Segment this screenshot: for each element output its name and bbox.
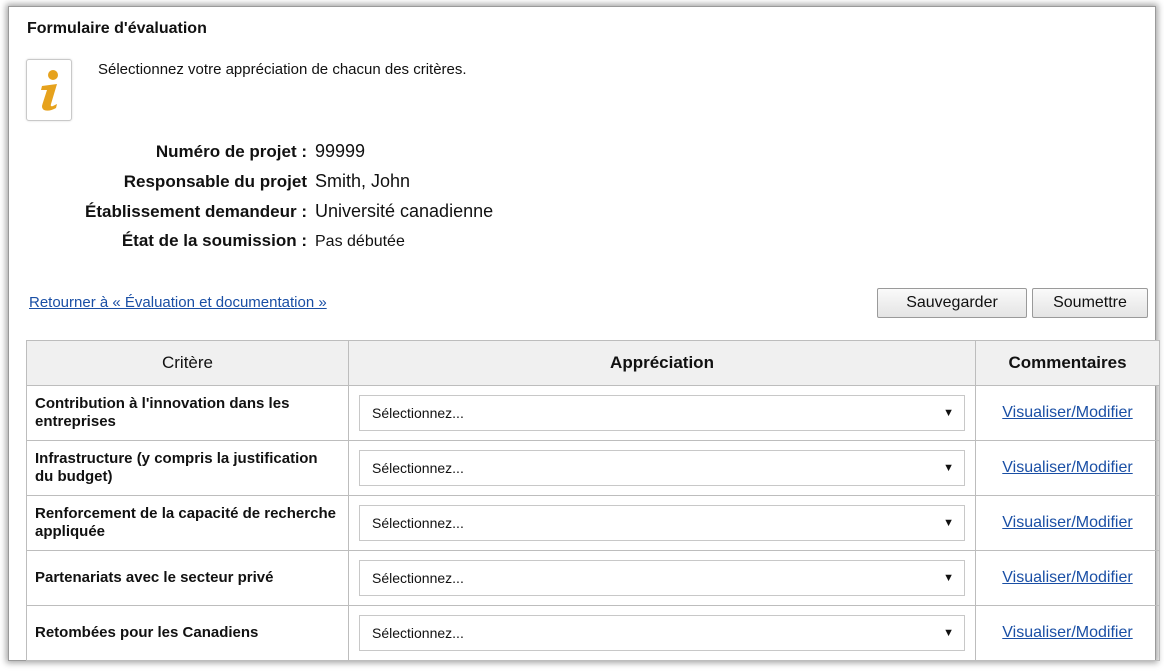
comments-column-header: Commentaires: [975, 340, 1160, 386]
comments-cell: Visualiser/Modifier: [975, 605, 1160, 661]
view-edit-comments-link[interactable]: Visualiser/Modifier: [1002, 459, 1132, 476]
view-edit-comments-link[interactable]: Visualiser/Modifier: [1002, 569, 1132, 586]
institution-value: Université canadienne: [315, 201, 494, 221]
dropdown-arrow-icon: ▼: [943, 572, 954, 584]
table-row: Renforcement de la capacité de recherche…: [26, 495, 1160, 551]
project-number-value: 99999: [315, 141, 366, 161]
project-lead-row: Responsable du projet Smith, John: [19, 171, 493, 201]
project-lead-value: Smith, John: [315, 171, 411, 191]
dropdown-arrow-icon: ▼: [943, 627, 954, 639]
submission-status-label: État de la soumission :: [121, 231, 307, 250]
comments-cell: Visualiser/Modifier: [975, 550, 1160, 606]
institution-label: Établissement demandeur :: [84, 202, 307, 221]
criteria-table: Critère Appréciation Commentaires Contri…: [26, 340, 1160, 661]
back-to-evaluation-link[interactable]: Retourner à « Évaluation et documentatio…: [29, 294, 327, 311]
rating-select-value: Sélectionnez...: [372, 460, 464, 476]
view-edit-comments-link[interactable]: Visualiser/Modifier: [1002, 404, 1132, 421]
comments-cell: Visualiser/Modifier: [975, 495, 1160, 551]
table-header-row: Critère Appréciation Commentaires: [26, 340, 1160, 386]
criterion-cell: Partenariats avec le secteur privé: [26, 550, 349, 606]
criterion-cell: Infrastructure (y compris la justificati…: [26, 440, 349, 496]
rating-cell: Sélectionnez... ▼: [348, 440, 976, 496]
rating-select[interactable]: Sélectionnez... ▼: [359, 505, 965, 541]
project-number-row: Numéro de projet : 99999: [19, 141, 493, 171]
table-row: Partenariats avec le secteur privé Sélec…: [26, 550, 1160, 606]
project-lead-label: Responsable du projet: [123, 172, 307, 191]
submit-button[interactable]: Soumettre: [1032, 288, 1148, 318]
rating-select-value: Sélectionnez...: [372, 570, 464, 586]
rating-select-value: Sélectionnez...: [372, 515, 464, 531]
dropdown-arrow-icon: ▼: [943, 517, 954, 529]
criterion-cell: Contribution à l'innovation dans les ent…: [26, 385, 349, 441]
rating-select-value: Sélectionnez...: [372, 625, 464, 641]
project-details: Numéro de projet : 99999 Responsable du …: [19, 141, 493, 261]
criterion-cell: Retombées pour les Canadiens: [26, 605, 349, 661]
comments-cell: Visualiser/Modifier: [975, 385, 1160, 441]
view-edit-comments-link[interactable]: Visualiser/Modifier: [1002, 514, 1132, 531]
rating-select-value: Sélectionnez...: [372, 405, 464, 421]
rating-cell: Sélectionnez... ▼: [348, 550, 976, 606]
institution-row: Établissement demandeur : Université can…: [19, 201, 493, 231]
dropdown-arrow-icon: ▼: [943, 407, 954, 419]
view-edit-comments-link[interactable]: Visualiser/Modifier: [1002, 624, 1132, 641]
submission-status-value: Pas débutée: [315, 233, 405, 250]
table-row: Contribution à l'innovation dans les ent…: [26, 385, 1160, 441]
rating-select[interactable]: Sélectionnez... ▼: [359, 450, 965, 486]
rating-cell: Sélectionnez... ▼: [348, 605, 976, 661]
table-row: Retombées pour les Canadiens Sélectionne…: [26, 605, 1160, 661]
submission-status-row: État de la soumission : Pas débutée: [19, 231, 493, 261]
rating-cell: Sélectionnez... ▼: [348, 385, 976, 441]
info-icon: [26, 59, 72, 121]
evaluation-form-panel: Formulaire d'évaluation Sélectionnez vot…: [8, 6, 1160, 661]
form-title: Formulaire d'évaluation: [27, 20, 207, 37]
rating-select[interactable]: Sélectionnez... ▼: [359, 395, 965, 431]
rating-column-header: Appréciation: [348, 340, 976, 386]
comments-cell: Visualiser/Modifier: [975, 440, 1160, 496]
dropdown-arrow-icon: ▼: [943, 462, 954, 474]
project-number-label: Numéro de projet :: [155, 142, 307, 161]
table-row: Infrastructure (y compris la justificati…: [26, 440, 1160, 496]
criterion-cell: Renforcement de la capacité de recherche…: [26, 495, 349, 551]
rating-cell: Sélectionnez... ▼: [348, 495, 976, 551]
criterion-column-header: Critère: [26, 340, 349, 386]
save-button[interactable]: Sauvegarder: [877, 288, 1027, 318]
instruction-text: Sélectionnez votre appréciation de chacu…: [98, 61, 467, 78]
rating-select[interactable]: Sélectionnez... ▼: [359, 560, 965, 596]
rating-select[interactable]: Sélectionnez... ▼: [359, 615, 965, 651]
